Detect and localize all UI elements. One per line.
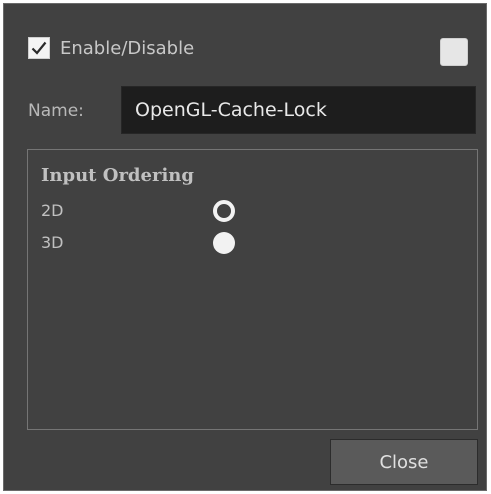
radio-3d[interactable]: [213, 232, 235, 254]
input-ordering-title: Input Ordering: [41, 165, 194, 186]
option-row-3d: 3D: [28, 231, 477, 257]
checkmark-icon: [31, 41, 47, 55]
name-label: Name:: [28, 101, 84, 121]
option-label-3d: 3D: [41, 233, 64, 252]
input-ordering-group: Input Ordering 2D 3D: [27, 149, 478, 430]
enable-label: Enable/Disable: [60, 37, 195, 59]
radio-2d[interactable]: [213, 200, 235, 222]
enable-checkbox[interactable]: [28, 37, 50, 59]
layer-properties-dialog: Enable/Disable Name: Input Ordering 2D 3…: [3, 3, 487, 491]
name-input[interactable]: [121, 86, 476, 134]
option-row-2d: 2D: [28, 199, 477, 225]
color-swatch-button[interactable]: [440, 38, 468, 66]
option-label-2d: 2D: [41, 201, 64, 220]
close-button[interactable]: Close: [330, 439, 478, 485]
enable-disable-toggle[interactable]: Enable/Disable: [28, 37, 194, 59]
